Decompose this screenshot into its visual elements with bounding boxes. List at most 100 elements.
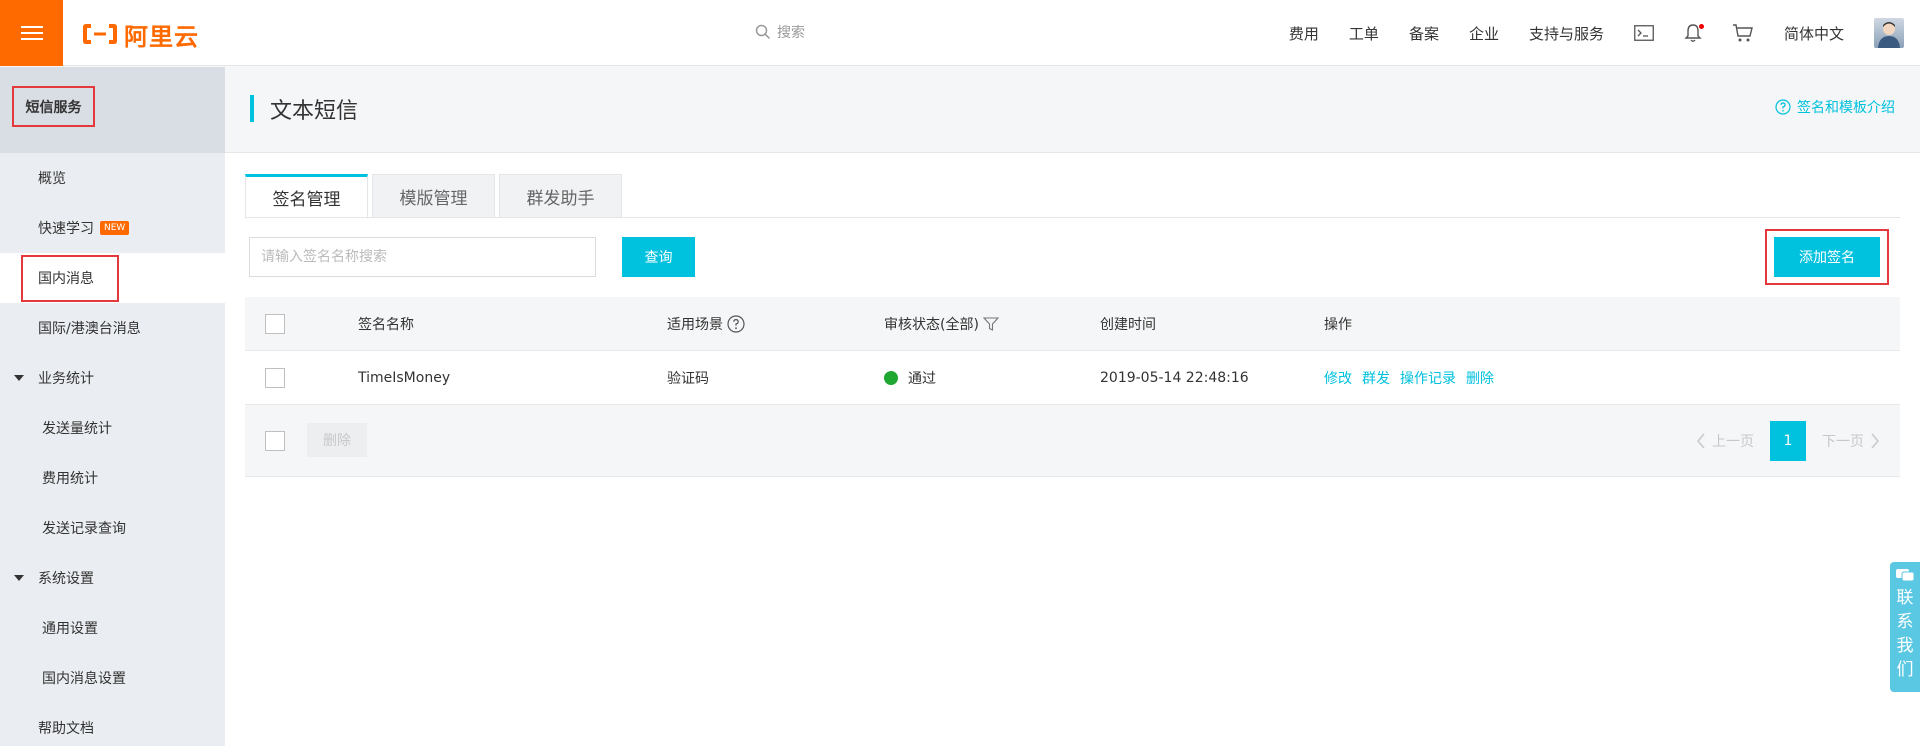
bulk-delete-button[interactable]: 删除	[307, 423, 367, 457]
global-search[interactable]: 搜索	[755, 22, 805, 42]
table-footer: 删除 上一页 1 下一页	[245, 405, 1900, 477]
tab-bulk-assistant[interactable]: 群发助手	[499, 174, 622, 218]
column-header-created: 创建时间	[1100, 316, 1156, 333]
sidebar-item-label: 国际/港澳台消息	[38, 321, 141, 337]
pagination: 上一页 1 下一页	[1696, 421, 1880, 461]
column-header-status-label: 审核状态(全部)	[884, 316, 979, 333]
cell-created-time: 2019-05-14 22:48:16	[1100, 369, 1249, 386]
column-header-scene: 适用场景	[667, 297, 745, 350]
nav-tickets[interactable]: 工单	[1349, 23, 1379, 44]
sidebar-header: 短信服务	[0, 67, 225, 153]
table-header-row: 签名名称 适用场景 审核状态(全部) 创建时间 操作	[245, 297, 1900, 351]
contact-us-label: 联系我们	[1896, 588, 1914, 680]
sidebar-item-label: 业务统计	[38, 371, 94, 387]
row-checkbox[interactable]	[265, 367, 285, 388]
question-circle-icon[interactable]	[727, 314, 745, 333]
main-content: 文本短信 签名和模板介绍 签名管理 模版管理 群发助手 查询 添加签名 签名名称…	[225, 67, 1920, 746]
column-header-status[interactable]: 审核状态(全部)	[884, 297, 999, 350]
search-placeholder: 搜索	[777, 25, 805, 41]
cell-status: 通过	[884, 351, 936, 404]
top-nav-links: 费用 工单 备案 企业 支持与服务 简体中文	[1289, 0, 1920, 66]
nav-support[interactable]: 支持与服务	[1529, 23, 1604, 44]
help-link-label: 签名和模板介绍	[1797, 100, 1895, 116]
new-badge: NEW	[100, 221, 130, 235]
sidebar-item-label: 费用统计	[42, 471, 98, 487]
cell-signature-name: TimeIsMoney	[358, 369, 451, 386]
contact-us-button[interactable]: 联系我们	[1890, 562, 1920, 692]
caret-down-icon	[14, 375, 24, 381]
page-number-current[interactable]: 1	[1770, 421, 1806, 461]
question-circle-icon	[1775, 99, 1791, 115]
tab-signature-management[interactable]: 签名管理	[245, 174, 368, 219]
chevron-right-icon	[1871, 433, 1879, 449]
caret-down-icon	[14, 575, 24, 581]
select-all-cell	[265, 297, 285, 350]
sidebar-item-label: 概览	[38, 171, 66, 187]
action-edit-link[interactable]: 修改	[1324, 368, 1352, 388]
chevron-left-icon	[1697, 433, 1705, 449]
sidebar-item-general-settings[interactable]: 通用设置	[0, 603, 225, 653]
page-title: 文本短信	[270, 99, 359, 124]
sidebar-item-label: 通用设置	[42, 621, 98, 637]
action-history-link[interactable]: 操作记录	[1400, 368, 1456, 388]
help-link[interactable]: 签名和模板介绍	[1775, 97, 1895, 117]
sidebar-group-system-settings[interactable]: 系统设置	[0, 553, 225, 603]
sidebar-item-overview[interactable]: 概览	[0, 153, 225, 203]
sidebar-item-domestic-messages[interactable]: 国内消息	[0, 253, 225, 303]
sidebar-item-label: 国内消息设置	[42, 671, 126, 687]
sidebar-item-label: 国内消息	[38, 271, 94, 287]
next-page-button[interactable]: 下一页	[1822, 431, 1880, 451]
sidebar-item-label: 发送记录查询	[42, 521, 126, 537]
sidebar-product-title[interactable]: 短信服务	[12, 86, 95, 127]
column-header-scene-label: 适用场景	[667, 316, 723, 333]
chat-bubble-icon	[1896, 569, 1915, 582]
page-header: 文本短信 签名和模板介绍	[225, 67, 1920, 153]
add-signature-button[interactable]: 添加签名	[1774, 237, 1880, 277]
search-icon	[755, 24, 771, 40]
hamburger-icon	[20, 26, 43, 40]
sidebar-item-send-records[interactable]: 发送记录查询	[0, 503, 225, 553]
sidebar-item-quick-learn[interactable]: 快速学习 NEW	[0, 203, 225, 253]
sidebar-group-business-stats[interactable]: 业务统计	[0, 353, 225, 403]
nav-fees[interactable]: 费用	[1289, 23, 1319, 44]
nav-filing[interactable]: 备案	[1409, 23, 1439, 44]
language-switch[interactable]: 简体中文	[1784, 23, 1844, 44]
prev-page-label: 上一页	[1712, 434, 1754, 450]
tab-template-management[interactable]: 模版管理	[372, 174, 495, 218]
bell-icon[interactable]	[1684, 23, 1704, 43]
prev-page-button[interactable]: 上一页	[1696, 431, 1754, 451]
cell-actions: 修改 群发 操作记录 删除	[1324, 351, 1504, 404]
tab-bar: 签名管理 模版管理 群发助手	[245, 174, 622, 219]
signature-table: 签名名称 适用场景 审核状态(全部) 创建时间 操作 TimeIsMoney 验…	[245, 297, 1900, 477]
select-all-checkbox[interactable]	[265, 313, 285, 334]
sidebar-item-fee-stats[interactable]: 费用统计	[0, 453, 225, 503]
nav-enterprise[interactable]: 企业	[1469, 23, 1499, 44]
sidebar: 短信服务 概览 快速学习 NEW 国内消息 国际/港澳台消息 业务统计 发送量统计…	[0, 67, 225, 746]
sidebar-item-international-messages[interactable]: 国际/港澳台消息	[0, 303, 225, 353]
action-bulk-send-link[interactable]: 群发	[1362, 368, 1390, 388]
sidebar-item-send-volume[interactable]: 发送量统计	[0, 403, 225, 453]
aliyun-logo[interactable]: 阿里云	[82, 20, 199, 51]
sidebar-item-help-docs[interactable]: 帮助文档	[0, 703, 225, 746]
filter-icon[interactable]	[982, 316, 999, 332]
title-accent-bar	[250, 95, 254, 122]
logo-text: 阿里云	[124, 22, 199, 51]
sidebar-item-label: 快速学习	[38, 221, 94, 237]
status-dot-icon	[884, 370, 898, 385]
tab-divider	[245, 217, 1900, 218]
status-label: 通过	[908, 370, 936, 387]
action-delete-link[interactable]: 删除	[1466, 368, 1494, 388]
aliyun-logo-mark-icon	[83, 24, 117, 44]
footer-select-all-checkbox[interactable]	[265, 431, 285, 451]
query-button[interactable]: 查询	[622, 237, 695, 277]
table-row: TimeIsMoney 验证码 通过 2019-05-14 22:48:16 修…	[245, 351, 1900, 405]
user-avatar[interactable]	[1874, 18, 1904, 48]
signature-search-input[interactable]	[249, 237, 596, 277]
sidebar-item-domestic-settings[interactable]: 国内消息设置	[0, 653, 225, 703]
top-navigation-bar: 阿里云 搜索 费用 工单 备案 企业 支持与服务 简体中文	[0, 0, 1920, 66]
terminal-icon[interactable]	[1634, 25, 1654, 41]
menu-toggle-button[interactable]	[0, 0, 63, 66]
notification-dot	[1698, 24, 1704, 29]
cell-scene: 验证码	[667, 370, 709, 387]
cart-icon[interactable]	[1732, 23, 1754, 43]
